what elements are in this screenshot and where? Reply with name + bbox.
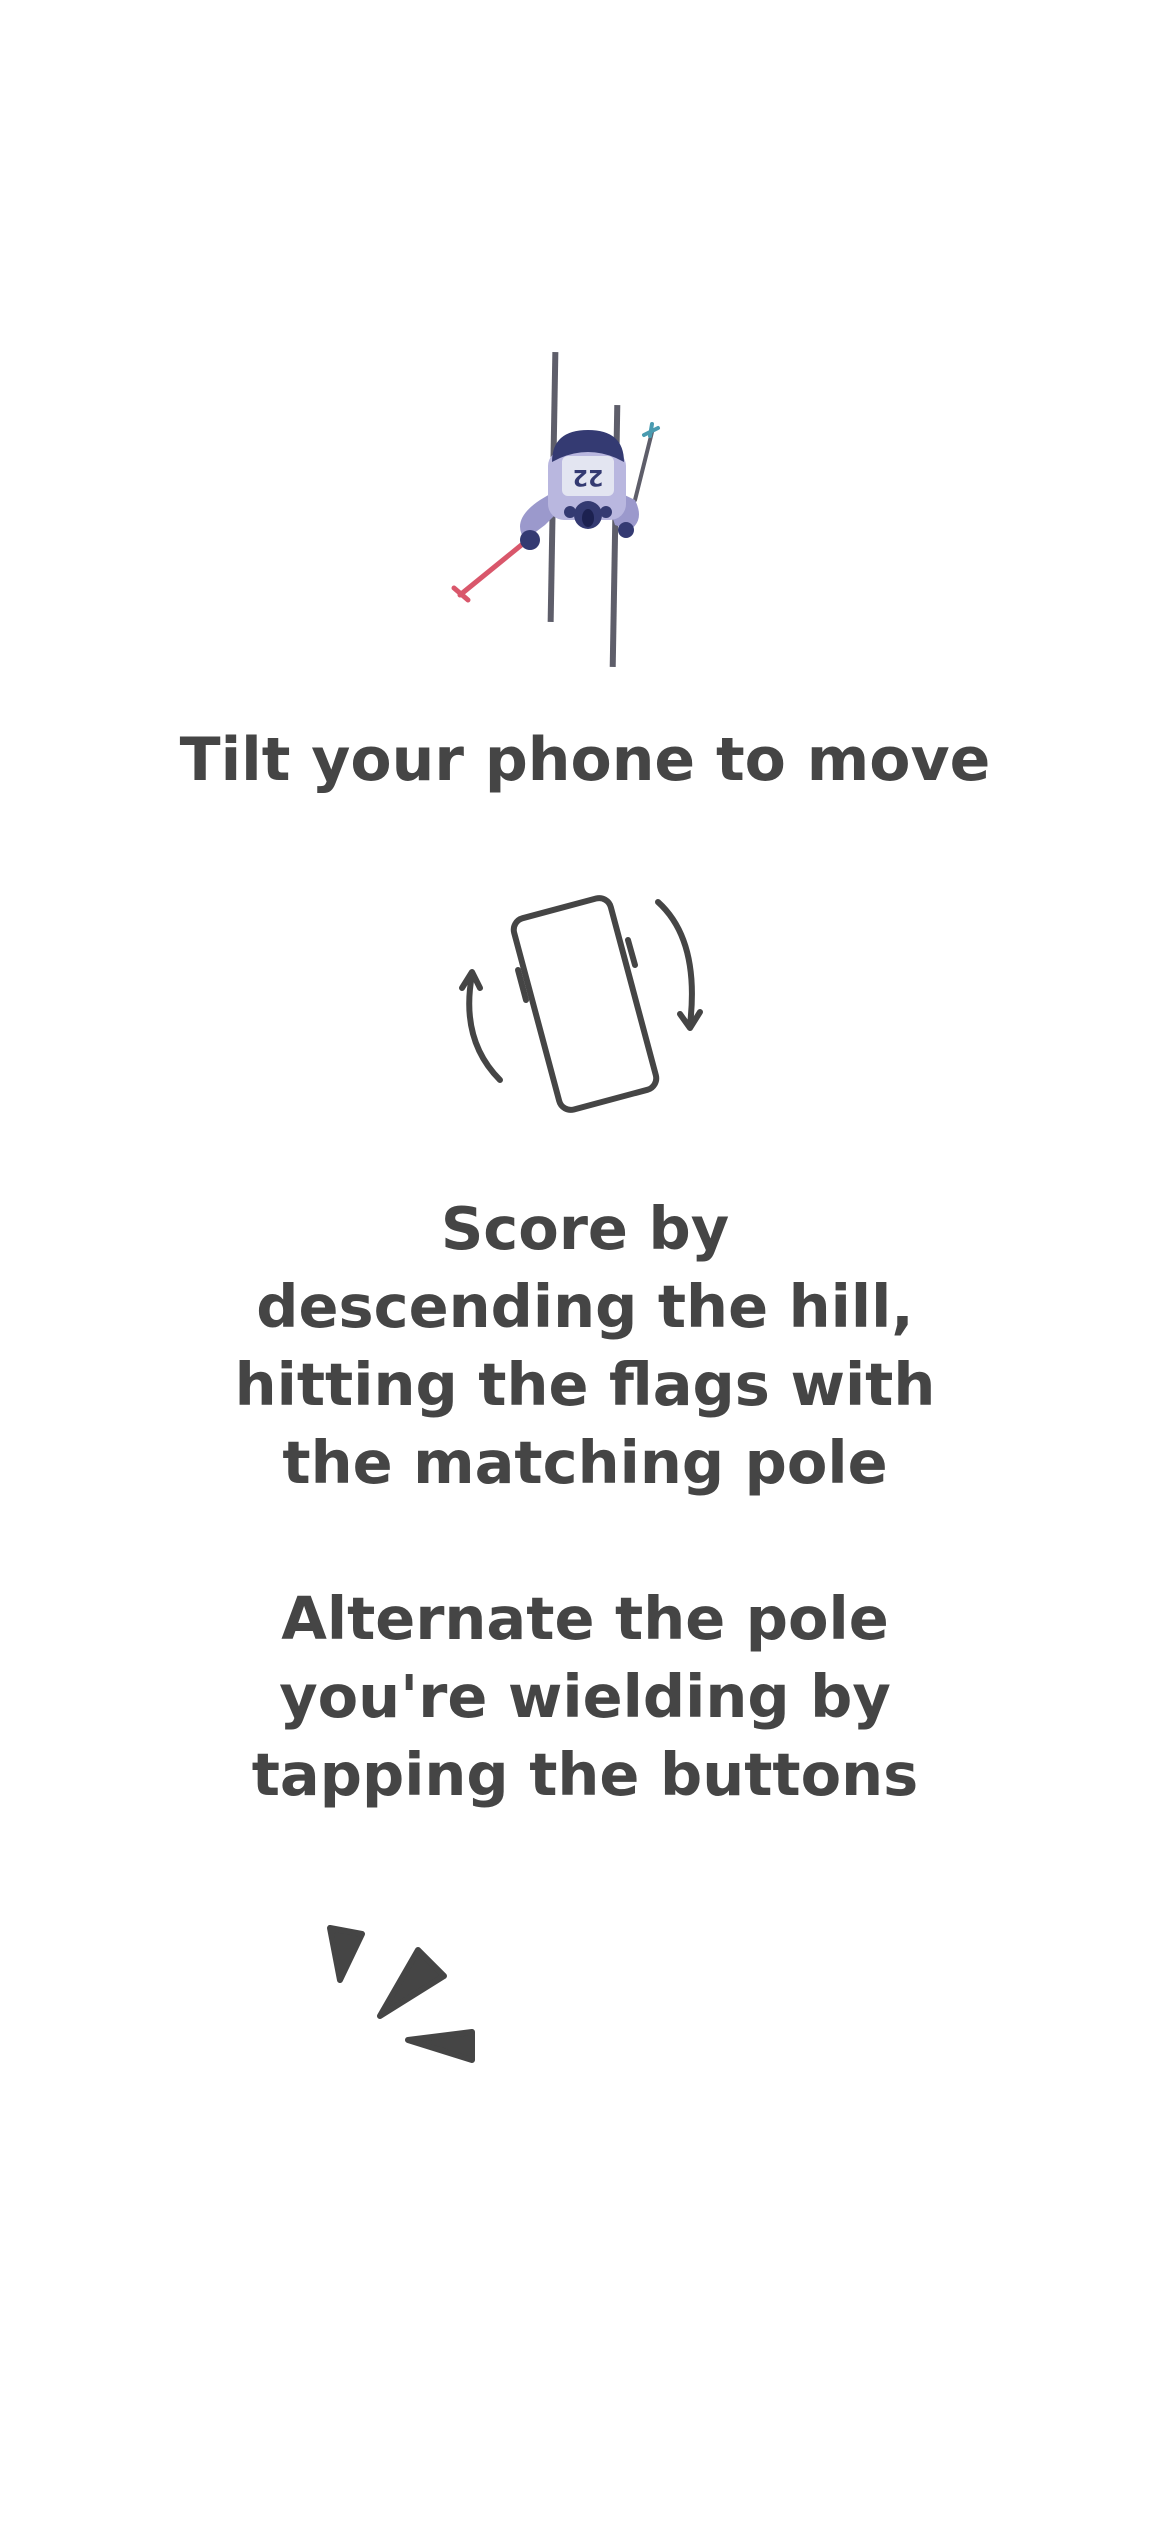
tap-ray-top xyxy=(327,1925,365,1983)
alternate-pole-instructions: Alternate the pole you're wielding by ta… xyxy=(251,1584,919,1809)
phone-tilt-icon xyxy=(459,895,703,1113)
goggles xyxy=(582,509,594,527)
knee-left xyxy=(564,506,576,518)
right-pole-tip xyxy=(642,422,660,438)
right-pole xyxy=(633,430,654,502)
skier-illustration: 22 xyxy=(451,351,660,668)
game-instructions: Score by descending the hill, hitting th… xyxy=(0,1190,1170,1814)
left-pole xyxy=(457,535,533,598)
tap-ray-middle xyxy=(377,1947,447,2019)
tap-ray-bottom xyxy=(405,2029,475,2063)
rotate-arrow-left xyxy=(466,972,503,1083)
bib-number: 22 xyxy=(573,464,604,489)
phone-shape xyxy=(510,895,660,1113)
knee-right xyxy=(600,506,612,518)
tilt-instruction-title: Tilt your phone to move xyxy=(179,725,991,795)
tap-burst-icon xyxy=(327,1925,475,2063)
score-instructions: Score by descending the hill, hitting th… xyxy=(234,1194,936,1497)
right-glove xyxy=(618,522,634,538)
left-glove xyxy=(520,530,540,550)
rotate-arrow-right xyxy=(655,899,695,1028)
